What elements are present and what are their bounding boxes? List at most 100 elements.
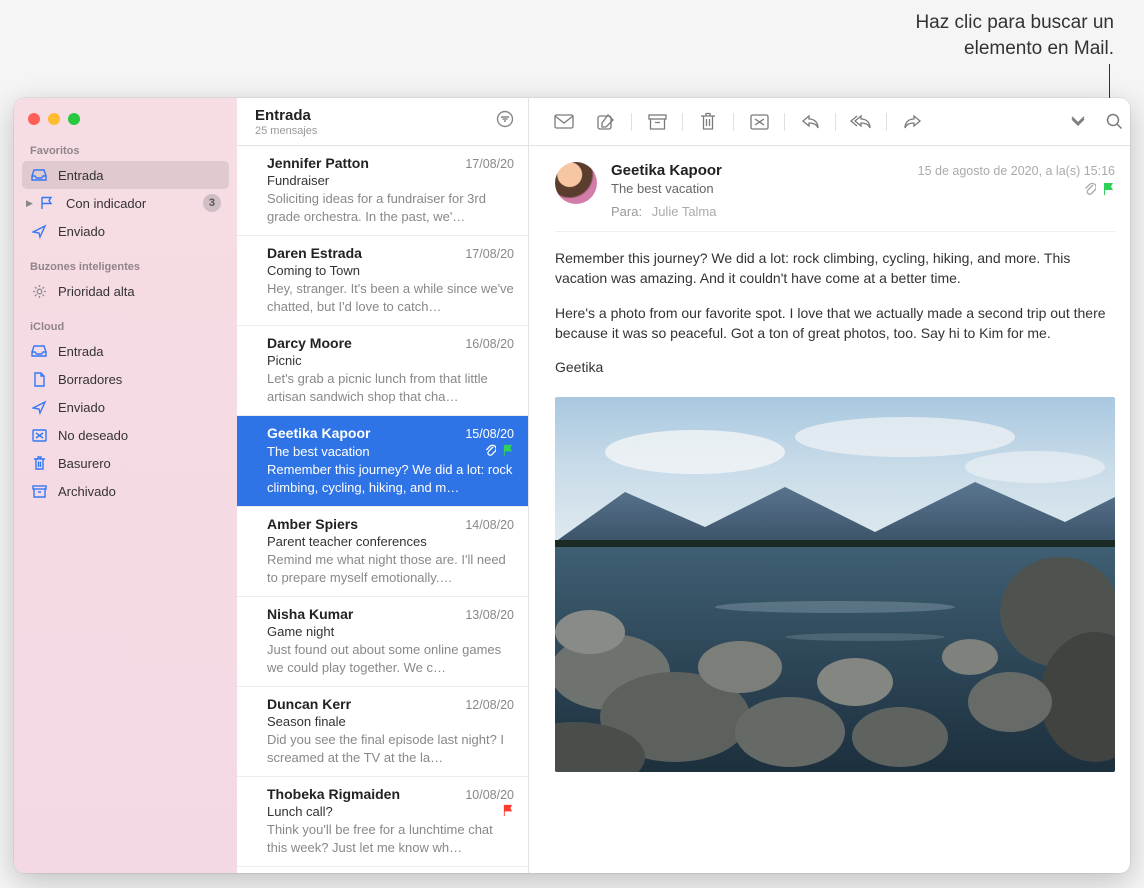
sidebar-item-icloud-entrada[interactable]: Entrada bbox=[22, 337, 229, 365]
search-button[interactable] bbox=[1099, 107, 1129, 137]
toolbar-separator bbox=[886, 113, 887, 131]
more-button[interactable] bbox=[1057, 107, 1099, 137]
junk-icon bbox=[30, 429, 48, 442]
sidebar-item-label: Entrada bbox=[58, 344, 221, 359]
sidebar-item-no-deseado[interactable]: No deseado bbox=[22, 421, 229, 449]
message-preview: Soliciting ideas for a fundraiser for 3r… bbox=[267, 190, 514, 225]
maximize-button[interactable] bbox=[68, 113, 80, 125]
message-preview: Remember this journey? We did a lot: roc… bbox=[267, 461, 514, 496]
callout-line1: Haz clic para buscar un bbox=[915, 10, 1114, 36]
message-preview: Just found out about some online games w… bbox=[267, 641, 514, 676]
sidebar-item-prioridad-alta[interactable]: Prioridad alta bbox=[22, 277, 229, 305]
to-value: Julie Talma bbox=[652, 204, 717, 219]
toolbar-separator bbox=[835, 113, 836, 131]
avatar bbox=[555, 162, 597, 204]
message-subject: Fundraiser bbox=[267, 173, 329, 188]
section-icloud-title: iCloud bbox=[14, 315, 237, 337]
archive-button[interactable] bbox=[636, 107, 678, 137]
message-subject: Picnic bbox=[267, 353, 302, 368]
message-date: 16/08/20 bbox=[465, 337, 514, 351]
message-item[interactable]: Duncan Kerr12/08/20Season finaleDid you … bbox=[237, 687, 528, 777]
sidebar-item-enviado[interactable]: Enviado bbox=[22, 217, 229, 245]
sent-icon bbox=[30, 224, 48, 239]
sidebar-item-label: Enviado bbox=[58, 400, 221, 415]
window-controls bbox=[14, 110, 237, 139]
message-item[interactable]: Amber Spiers14/08/20Parent teacher confe… bbox=[237, 507, 528, 597]
toolbar-separator bbox=[631, 113, 632, 131]
sidebar-item-icloud-enviado[interactable]: Enviado bbox=[22, 393, 229, 421]
list-header: Entrada 25 mensajes bbox=[237, 98, 528, 146]
message-date: 17/08/20 bbox=[465, 157, 514, 171]
toolbar-separator bbox=[784, 113, 785, 131]
inbox-icon bbox=[30, 169, 48, 181]
body-paragraph: Remember this journey? We did a lot: roc… bbox=[555, 248, 1115, 289]
message-sender: Daren Estrada bbox=[267, 245, 362, 261]
sidebar-item-label: Basurero bbox=[58, 456, 221, 471]
close-button[interactable] bbox=[28, 113, 40, 125]
delete-button[interactable] bbox=[687, 107, 729, 137]
message-sender: Darcy Moore bbox=[267, 335, 352, 351]
message-sender: Nisha Kumar bbox=[267, 606, 353, 622]
forward-button[interactable] bbox=[891, 107, 933, 137]
filter-button[interactable] bbox=[496, 110, 514, 133]
sidebar-item-borradores[interactable]: Borradores bbox=[22, 365, 229, 393]
sidebar-item-archivado[interactable]: Archivado bbox=[22, 477, 229, 505]
toolbar bbox=[529, 98, 1130, 146]
help-callout: Haz clic para buscar un elemento en Mail… bbox=[915, 10, 1114, 61]
sidebar-item-con-indicador[interactable]: ▶ Con indicador 3 bbox=[22, 189, 229, 217]
message-date: 13/08/20 bbox=[465, 608, 514, 622]
sidebar-item-label: Prioridad alta bbox=[58, 284, 221, 299]
message-subject: Season finale bbox=[267, 714, 346, 729]
flag-icon bbox=[502, 444, 514, 459]
message-date: 14/08/20 bbox=[465, 518, 514, 532]
message-subject: Game night bbox=[267, 624, 334, 639]
message-sender: Jennifer Patton bbox=[267, 155, 369, 171]
flag-icon bbox=[38, 196, 56, 210]
message-subject: Parent teacher conferences bbox=[267, 534, 427, 549]
sidebar-item-basurero[interactable]: Basurero bbox=[22, 449, 229, 477]
message-preview: Think you'll be free for a lunchtime cha… bbox=[267, 821, 514, 856]
message-list-pane: Entrada 25 mensajes Jennifer Patton 17/08… bbox=[237, 98, 529, 873]
unread-badge: 3 bbox=[203, 194, 221, 212]
message-date: 12/08/20 bbox=[465, 698, 514, 712]
compose-button[interactable] bbox=[585, 107, 627, 137]
message-item[interactable]: Daren Estrada17/08/20Coming to TownHey, … bbox=[237, 236, 528, 326]
message-preview: Did you see the final episode last night… bbox=[267, 731, 514, 766]
toolbar-separator bbox=[682, 113, 683, 131]
message-preview: Hey, stranger. It's been a while since w… bbox=[267, 280, 514, 315]
disclosure-icon[interactable]: ▶ bbox=[26, 198, 34, 209]
sidebar-item-entrada[interactable]: Entrada bbox=[22, 161, 229, 189]
message-item[interactable]: Nisha Kumar 13/08/20 Game night Just found … bbox=[237, 597, 528, 687]
flag-icon bbox=[1102, 182, 1115, 198]
reader-subject: The best vacation bbox=[611, 181, 714, 198]
message-item[interactable]: Darcy Moore16/08/20PicnicLet's grab a pi… bbox=[237, 326, 528, 416]
sidebar-item-label: No deseado bbox=[58, 428, 221, 443]
attachment-icon bbox=[484, 443, 496, 459]
reply-button[interactable] bbox=[789, 107, 831, 137]
minimize-button[interactable] bbox=[48, 113, 60, 125]
toolbar-separator bbox=[733, 113, 734, 131]
sidebar-item-label: Entrada bbox=[58, 168, 221, 183]
body-paragraph: Here's a photo from our favorite spot. I… bbox=[555, 303, 1115, 344]
message-sender: Thobeka Rigmaiden bbox=[267, 786, 400, 802]
reader-sender: Geetika Kapoor bbox=[611, 162, 722, 179]
attached-image bbox=[555, 397, 1115, 772]
message-item[interactable]: Jennifer Patton 17/08/20 Fundraiser Solicit… bbox=[237, 146, 528, 236]
flag-icon bbox=[502, 804, 514, 819]
sidebar-item-label: Archivado bbox=[58, 484, 221, 499]
message-item[interactable]: Geetika Kapoor15/08/20The best vacationR… bbox=[237, 416, 528, 507]
message-list[interactable]: Jennifer Patton 17/08/20 Fundraiser Solicit… bbox=[237, 146, 528, 867]
section-favoritos-title: Favoritos bbox=[14, 139, 237, 161]
sent-icon bbox=[30, 400, 48, 415]
message-item[interactable]: Thobeka Rigmaiden10/08/20Lunch call?Thin… bbox=[237, 777, 528, 867]
message-body: Remember this journey? We did a lot: roc… bbox=[555, 248, 1115, 391]
reader-date: 15 de agosto de 2020, a la(s) 15:16 bbox=[918, 164, 1115, 178]
message-date: 10/08/20 bbox=[465, 788, 514, 802]
reply-all-button[interactable] bbox=[840, 107, 882, 137]
sidebar-item-label: Enviado bbox=[58, 224, 221, 239]
inbox-icon bbox=[30, 345, 48, 357]
message-subject: Coming to Town bbox=[267, 263, 360, 278]
junk-button[interactable] bbox=[738, 107, 780, 137]
attachment-icon bbox=[1083, 181, 1096, 198]
mark-read-button[interactable] bbox=[543, 107, 585, 137]
